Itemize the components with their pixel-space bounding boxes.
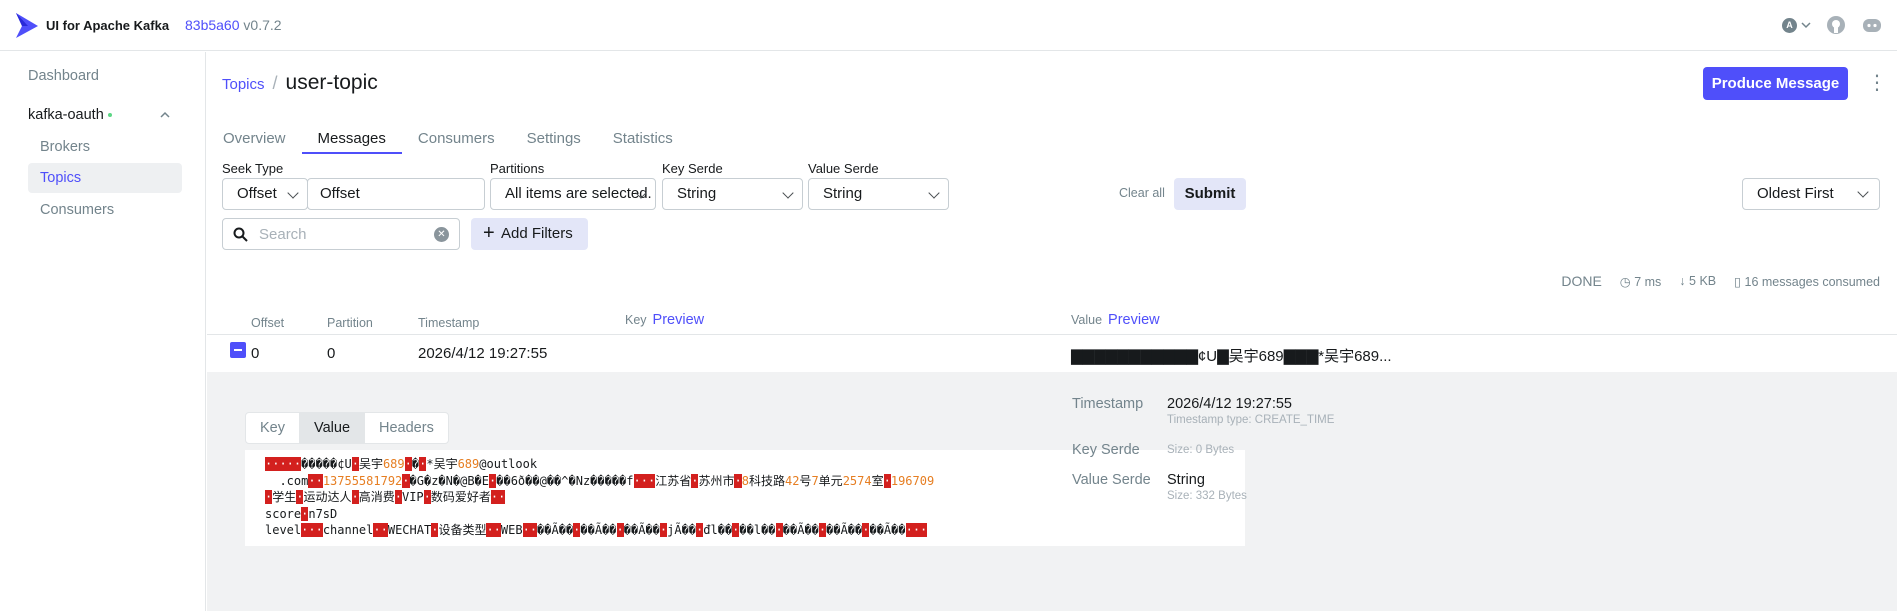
- bytes-consumed: ↓ 5 KB: [1679, 274, 1717, 288]
- search-input[interactable]: Search ✕: [222, 218, 460, 250]
- key-serde-value: String: [677, 185, 717, 202]
- breadcrumb-topics-link[interactable]: Topics: [222, 76, 265, 93]
- page-title: user-topic: [285, 71, 378, 94]
- col-timestamp: Timestamp: [418, 316, 480, 330]
- detail-tab-headers[interactable]: Headers: [365, 413, 448, 443]
- value-serde-value: String: [823, 185, 863, 202]
- col-partition: Partition: [327, 316, 373, 330]
- partitions-label: Partitions: [490, 161, 545, 176]
- row-partition: 0: [327, 345, 336, 362]
- clear-all-button[interactable]: Clear all: [1119, 186, 1165, 200]
- chevron-down-icon: [1857, 186, 1869, 198]
- tab-settings[interactable]: Settings: [526, 124, 582, 154]
- tab-consumers[interactable]: Consumers: [417, 124, 496, 154]
- detail-value-serde-label: Value Serde: [1072, 472, 1151, 488]
- row-timestamp: 2026/4/12 19:27:55: [418, 345, 548, 362]
- value-serde-label: Value Serde: [808, 161, 879, 176]
- file-icon: ▯: [1734, 274, 1742, 289]
- col-value: Value Preview: [1071, 312, 1160, 328]
- key-preview-link[interactable]: Preview: [653, 312, 705, 328]
- tab-overview[interactable]: Overview: [222, 124, 287, 154]
- detail-tabs: Key Value Headers: [245, 412, 449, 444]
- sidebar-item-topics[interactable]: Topics: [28, 163, 182, 193]
- chevron-down-icon: [928, 187, 940, 199]
- more-options-icon[interactable]: ⋮: [1867, 68, 1887, 98]
- detail-tab-key[interactable]: Key: [246, 413, 300, 443]
- discord-icon[interactable]: [1861, 14, 1883, 36]
- status-label: DONE: [1561, 273, 1602, 289]
- detail-timestamp-value: 2026/4/12 19:27:55: [1167, 396, 1292, 412]
- kafka-ui-logo-icon[interactable]: [14, 12, 40, 39]
- sidebar-item-dashboard[interactable]: Dashboard: [28, 61, 99, 91]
- key-serde-select[interactable]: String: [662, 178, 803, 210]
- app-title[interactable]: UI for Apache Kafka: [46, 18, 169, 33]
- user-avatar: A: [1782, 17, 1797, 33]
- sort-order-select[interactable]: Oldest First: [1742, 178, 1880, 210]
- seek-type-label: Seek Type: [222, 161, 284, 176]
- sort-order-value: Oldest First: [1757, 185, 1834, 202]
- row-value: ▇▇▇▇▇▇▇▇▇▇▇¢U▇吴宇689▇▇▇*吴宇689...: [1071, 348, 1392, 365]
- detail-tab-value[interactable]: Value: [300, 413, 366, 443]
- main-content: Topics / user-topic Produce Message ⋮ Ov…: [207, 52, 1897, 611]
- col-offset: Offset: [251, 316, 285, 330]
- tab-messages[interactable]: Messages: [301, 124, 402, 154]
- value-preview-link[interactable]: Preview: [1108, 312, 1160, 328]
- value-serde-select[interactable]: String: [808, 178, 949, 210]
- breadcrumb: Topics / user-topic: [222, 71, 378, 95]
- sidebar: Dashboard kafka-oauth Brokers Topics Con…: [0, 52, 206, 611]
- produce-message-button[interactable]: Produce Message: [1703, 67, 1848, 100]
- detail-timestamp-label: Timestamp: [1072, 396, 1144, 412]
- offset-input[interactable]: Offset: [307, 178, 485, 210]
- version-info: 83b5a60 v0.7.2: [185, 17, 282, 33]
- chevron-down-icon: [1801, 22, 1811, 29]
- consumption-stats: DONE ◷ 7 ms ↓ 5 KB ▯ 16 messages consume…: [1561, 273, 1880, 289]
- commit-link[interactable]: 83b5a60: [185, 17, 240, 33]
- detail-value-size: Size: 332 Bytes: [1167, 490, 1247, 502]
- sidebar-cluster-toggle[interactable]: kafka-oauth: [28, 98, 182, 132]
- add-filters-label: Add Filters: [501, 225, 573, 242]
- seek-type-value: Offset: [237, 185, 277, 202]
- seek-type-select[interactable]: Offset: [222, 178, 308, 210]
- breadcrumb-separator: /: [272, 73, 278, 93]
- detail-key-size: Size: 0 Bytes: [1167, 444, 1235, 456]
- partitions-value: All items are selected.: [505, 185, 652, 202]
- top-navbar: UI for Apache Kafka 83b5a60 v0.7.2 A: [0, 0, 1897, 51]
- clock-icon: ◷: [1619, 274, 1631, 289]
- user-menu[interactable]: A: [1782, 17, 1811, 33]
- detail-timestamp-type: Timestamp type: CREATE_TIME: [1167, 414, 1335, 426]
- arrow-down-icon: ↓: [1679, 274, 1686, 288]
- tab-statistics[interactable]: Statistics: [612, 124, 674, 154]
- topic-tabs: Overview Messages Consumers Settings Sta…: [222, 124, 704, 154]
- chevron-up-icon: [160, 98, 170, 132]
- submit-button[interactable]: Submit: [1174, 178, 1246, 210]
- message-detail-panel: Key Value Headers ·····�����¢U·吴宇689·�·*…: [207, 372, 1897, 611]
- github-icon[interactable]: [1825, 14, 1847, 36]
- cluster-status-dot: [107, 113, 112, 118]
- elapsed-time: ◷ 7 ms: [1619, 274, 1662, 289]
- search-icon: [233, 227, 248, 242]
- detail-key-serde-label: Key Serde: [1072, 442, 1140, 458]
- version-label: v0.7.2: [243, 17, 282, 33]
- chevron-down-icon: [782, 187, 794, 199]
- clear-search-icon[interactable]: ✕: [434, 227, 449, 242]
- add-filters-button[interactable]: + Add Filters: [471, 218, 588, 250]
- messages-consumed: ▯ 16 messages consumed: [1734, 274, 1880, 289]
- row-offset: 0: [251, 345, 260, 362]
- message-value-content: ·····�����¢U·吴宇689·�·*吴宇689@outlook .com…: [245, 450, 1245, 546]
- key-serde-label: Key Serde: [662, 161, 723, 176]
- sidebar-item-brokers[interactable]: Brokers: [28, 132, 182, 162]
- chevron-down-icon: [287, 187, 299, 199]
- detail-value-serde-value: String: [1167, 472, 1205, 488]
- plus-icon: +: [483, 222, 495, 244]
- partitions-select[interactable]: All items are selected.: [490, 178, 656, 210]
- collapse-row-button[interactable]: [230, 342, 246, 358]
- search-placeholder: Search: [259, 226, 307, 243]
- sidebar-item-consumers[interactable]: Consumers: [28, 195, 182, 225]
- col-key: Key Preview: [625, 312, 705, 328]
- cluster-name: kafka-oauth: [28, 107, 104, 123]
